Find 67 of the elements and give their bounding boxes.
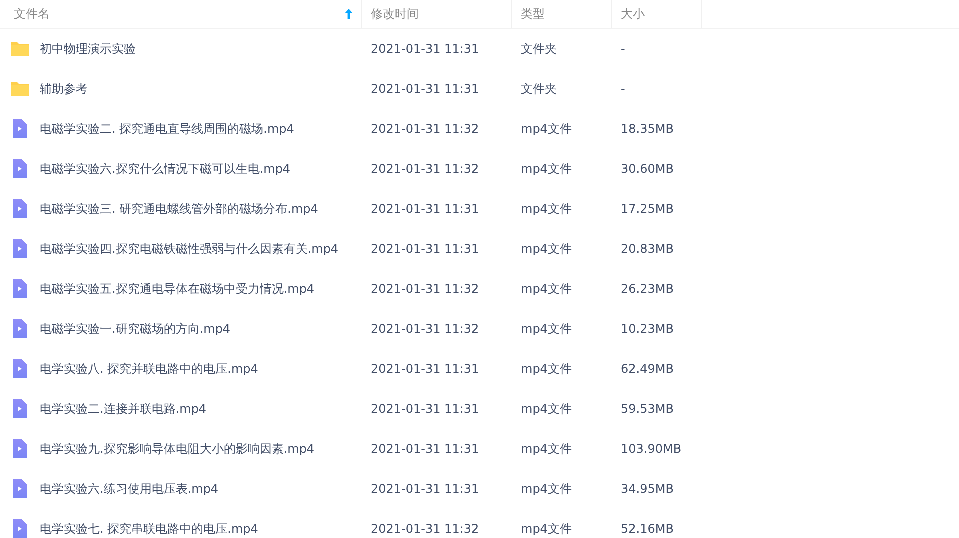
file-name[interactable]: 电磁学实验四.探究电磁铁磁性强弱与什么因素有关.mp4: [40, 240, 339, 258]
file-type: mp4文件: [521, 442, 572, 456]
file-name[interactable]: 电学实验九.探究影响导体电阻大小的影响因素.mp4: [40, 440, 315, 458]
modified-time: 2021-01-31 11:32: [371, 162, 480, 176]
column-header[interactable]: 文件名: [0, 0, 362, 28]
file-type: 文件夹: [521, 42, 557, 56]
video-file-icon: [10, 439, 30, 459]
modified-time: 2021-01-31 11:31: [371, 362, 480, 376]
modified-time: 2021-01-31 11:31: [371, 82, 480, 96]
modified-time: 2021-01-31 11:31: [371, 442, 480, 456]
modified-time: 2021-01-31 11:32: [371, 522, 480, 536]
file-name[interactable]: 电磁学实验五.探究通电导体在磁场中受力情况.mp4: [40, 280, 315, 298]
file-name[interactable]: 初中物理演示实验: [40, 40, 136, 58]
file-size: 10.23MB: [621, 322, 674, 336]
file-name[interactable]: 电学实验八. 探究并联电路中的电压.mp4: [40, 360, 258, 378]
file-name[interactable]: 辅助参考: [40, 80, 88, 98]
file-type: mp4文件: [521, 162, 572, 176]
video-file-icon: [10, 279, 30, 299]
file-size: -: [621, 82, 626, 96]
file-size: 18.35MB: [621, 122, 674, 136]
modified-time: 2021-01-31 11:32: [371, 122, 480, 136]
file-name[interactable]: 电学实验二.连接并联电路.mp4: [40, 400, 207, 418]
modified-time: 2021-01-31 11:31: [371, 402, 480, 416]
video-file-icon: [10, 479, 30, 499]
file-type: mp4文件: [521, 242, 572, 256]
modified-time: 2021-01-31 11:32: [371, 282, 480, 296]
file-type: mp4文件: [521, 122, 572, 136]
file-size: 52.16MB: [621, 522, 674, 536]
file-type: mp4文件: [521, 482, 572, 496]
file-name[interactable]: 电磁学实验六.探究什么情况下磁可以生电.mp4: [40, 160, 291, 178]
file-type: mp4文件: [521, 362, 572, 376]
modified-time: 2021-01-31 11:32: [371, 322, 480, 336]
modified-time: 2021-01-31 11:31: [371, 202, 480, 216]
file-name[interactable]: 电磁学实验三. 研究通电螺线管外部的磁场分布.mp4: [40, 200, 318, 218]
modified-time: 2021-01-31 11:31: [371, 482, 480, 496]
file-type: mp4文件: [521, 402, 572, 416]
file-size: 34.95MB: [621, 482, 674, 496]
file-size: 26.23MB: [621, 282, 674, 296]
file-size: 30.60MB: [621, 162, 674, 176]
file-size: 20.83MB: [621, 242, 674, 256]
video-file-icon: [10, 359, 30, 379]
video-file-icon: [10, 399, 30, 419]
file-size: 62.49MB: [621, 362, 674, 376]
video-file-icon: [10, 159, 30, 179]
file-name[interactable]: 电磁学实验二. 探究通电直导线周围的磁场.mp4: [40, 120, 294, 138]
column-header[interactable]: 大小: [612, 0, 702, 28]
file-name[interactable]: 电学实验六.练习使用电压表.mp4: [40, 480, 219, 498]
file-type: mp4文件: [521, 322, 572, 336]
file-size: 17.25MB: [621, 202, 674, 216]
file-size: 103.90MB: [621, 442, 682, 456]
file-name[interactable]: 电磁学实验一.研究磁场的方向.mp4: [40, 320, 231, 338]
file-size: -: [621, 42, 626, 56]
file-type: mp4文件: [521, 522, 572, 536]
column-header[interactable]: 类型: [512, 0, 612, 28]
file-type: mp4文件: [521, 282, 572, 296]
file-size: 59.53MB: [621, 402, 674, 416]
modified-time: 2021-01-31 11:31: [371, 242, 480, 256]
video-file-icon: [10, 119, 30, 139]
modified-time: 2021-01-31 11:31: [371, 42, 480, 56]
video-file-icon: [10, 239, 30, 259]
sort-arrow-icon[interactable]: [345, 9, 353, 19]
video-file-icon: [10, 319, 30, 339]
video-file-icon: [10, 199, 30, 219]
file-type: 文件夹: [521, 82, 557, 96]
file-name[interactable]: 电学实验七. 探究串联电路中的电压.mp4: [40, 520, 258, 538]
column-header[interactable]: 修改时间: [362, 0, 512, 28]
file-type: mp4文件: [521, 202, 572, 216]
